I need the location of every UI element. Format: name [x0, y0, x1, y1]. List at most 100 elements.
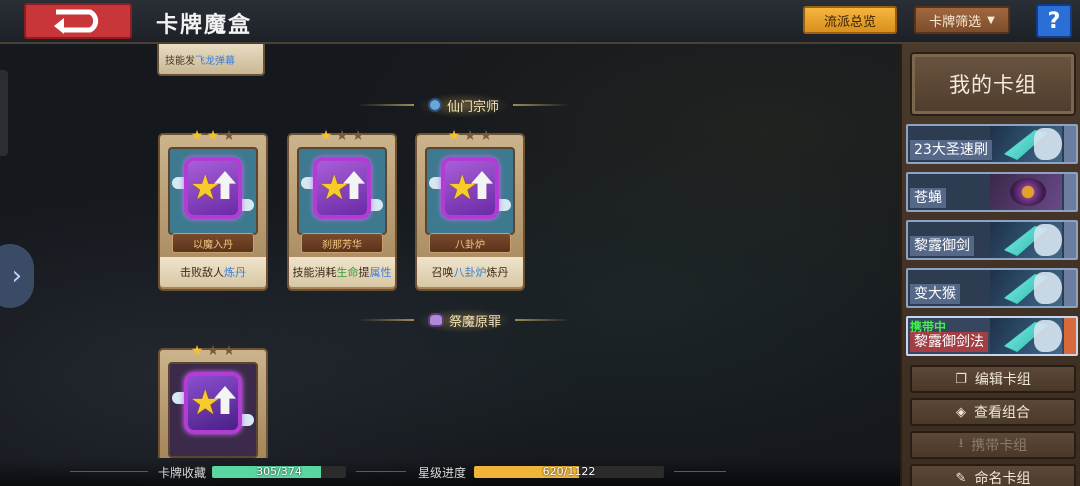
page-title: 卡牌魔盒 — [156, 13, 253, 38]
sword-icon — [990, 222, 1062, 258]
card-desc-part: 提 — [358, 266, 370, 279]
card-art: ★ — [425, 147, 515, 235]
card-desc: 召唤 八卦炉 炼丹 — [417, 257, 523, 287]
collection-value: 305/374 — [256, 466, 302, 478]
my-deck-panel: 我的卡组 23大圣速刷 苍蝇黎露御剑变大猴携带中 黎露御剑法 ❐ 编辑卡组 ◈ 查看组合 ⭳… — [900, 44, 1080, 486]
sword-icon — [990, 126, 1062, 162]
back-button[interactable] — [24, 3, 132, 39]
star-icon: ★ — [335, 128, 349, 144]
deck-item[interactable]: 变大猴 — [906, 268, 1078, 308]
card-name: 以魔入丹 — [172, 233, 254, 253]
overview-button[interactable]: 流派总览 — [803, 6, 897, 34]
card-desc-part: 击败敌人 — [180, 266, 224, 279]
gem-icon — [428, 98, 442, 112]
divider — [513, 104, 570, 106]
filter-dropdown[interactable]: 卡牌筛选 ▼ — [914, 6, 1010, 34]
card-stars: ★ ★ ★ — [417, 129, 523, 143]
card-desc: 技能发飞龙弹幕 — [165, 52, 235, 67]
back-arrow-icon — [54, 9, 99, 34]
divider — [674, 471, 726, 472]
deck-item[interactable]: 苍蝇 — [906, 172, 1078, 212]
sword-icon — [990, 318, 1062, 354]
help-icon: ? — [1047, 8, 1061, 34]
star-icon: ★ — [479, 128, 493, 144]
star-icon: ★ — [319, 168, 350, 208]
fly-icon — [1010, 178, 1046, 206]
skill-card[interactable]: ★ ★ ★ ★ 以魔入丹 击败敌人 炼丹 — [158, 129, 268, 291]
deck-action-button[interactable]: ✎ 命名卡组 — [910, 464, 1076, 486]
deck-name: 苍蝇 — [910, 188, 946, 208]
card-desc-part: 八卦炉 — [453, 266, 487, 279]
deck-name: 23大圣速刷 — [910, 140, 992, 160]
card-desc-part: 技能消耗 — [292, 266, 337, 279]
deck-scroll — [1064, 318, 1076, 354]
star-progress-value: 620/1122 — [542, 466, 596, 478]
expand-left-button[interactable]: › — [0, 244, 34, 308]
deck-item[interactable]: 23大圣速刷 — [906, 124, 1078, 164]
skill-card[interactable]: ★ ★ ★ ★ — [158, 344, 268, 458]
star-icon: ★ — [351, 128, 365, 144]
star-icon: ★ — [190, 383, 221, 423]
card-stars: ★ ★ ★ — [289, 129, 395, 143]
card-stars: ★ ★ ★ — [160, 344, 266, 358]
star-progress: 620/1122 — [474, 466, 664, 478]
card-desc-part: 炼丹 — [224, 266, 246, 279]
deck-action-label: 携带卡组 — [971, 438, 1028, 454]
download-icon: ⭳ — [958, 436, 964, 451]
deck-action-label: 查看组合 — [974, 405, 1030, 421]
star-icon: ★ — [190, 343, 204, 359]
left-edge-tab — [0, 70, 8, 156]
deck-action-button[interactable]: ❐ 编辑卡组 — [910, 365, 1076, 393]
card-stars: ★ ★ ★ — [160, 129, 266, 143]
card-desc-part: 炼丹 — [486, 266, 509, 279]
card-top-partial[interactable]: 技能发飞龙弹幕 — [157, 44, 265, 76]
wing-icon — [1034, 320, 1062, 352]
card-art: ★ — [168, 362, 258, 458]
my-deck-title: 我的卡组 — [910, 52, 1076, 116]
pencil-icon: ✎ — [955, 470, 967, 486]
section-title: 仙门宗师 — [447, 99, 500, 115]
overview-label: 流派总览 — [823, 14, 876, 30]
deck-name: 变大猴 — [910, 284, 960, 304]
divider — [515, 319, 572, 321]
deck-item[interactable]: 黎露御剑 — [906, 220, 1078, 260]
star-icon: ★ — [190, 128, 204, 144]
sword-icon — [990, 270, 1062, 306]
section-header-jimo: 祭魔原罪 — [358, 308, 572, 332]
demon-icon — [428, 313, 444, 327]
upgrade-frame: ★ — [184, 372, 242, 434]
deck-name: 黎露御剑 — [910, 236, 974, 256]
divider — [358, 319, 414, 321]
progress-bar-area: 卡牌收藏 305/374 星级进度 620/1122 — [0, 458, 900, 486]
filter-label: 卡牌筛选 — [929, 14, 982, 30]
help-button[interactable]: ? — [1036, 4, 1072, 38]
skill-card[interactable]: ★ ★ ★ ★ 刹那芳华 技能消耗 生命提属性 — [287, 129, 397, 291]
star-icon: ★ — [206, 343, 220, 359]
upgrade-frame: ★ — [313, 157, 371, 219]
star-icon: ★ — [319, 128, 333, 144]
deck-scroll — [1064, 126, 1076, 162]
wing-icon — [1034, 272, 1062, 304]
card-desc-part: 生命 — [336, 266, 359, 279]
star-icon: ★ — [447, 168, 478, 208]
header-bar: 卡牌魔盒 流派总览 卡牌筛选 ▼ ? — [0, 0, 1080, 44]
star-icon: ★ — [222, 343, 236, 359]
star-icon: ★ — [190, 168, 221, 208]
card-art: ★ — [297, 147, 387, 235]
collection-label: 卡牌收藏 — [158, 466, 207, 480]
deck-action-label: 编辑卡组 — [974, 372, 1031, 388]
star-icon: ★ — [206, 128, 220, 144]
card-art: ★ — [168, 147, 258, 235]
divider — [358, 104, 414, 106]
star-icon: ★ — [222, 128, 236, 144]
star-progress-label: 星级进度 — [418, 466, 467, 480]
star-icon: ★ — [463, 128, 477, 144]
star-icon: ★ — [447, 128, 461, 144]
fly-icon — [990, 174, 1062, 210]
copy-icon: ❐ — [955, 371, 967, 387]
deck-action-button[interactable]: ◈ 查看组合 — [910, 398, 1076, 426]
deck-item[interactable]: 携带中 黎露御剑法 — [906, 316, 1078, 356]
upgrade-frame: ★ — [184, 157, 242, 219]
skill-card[interactable]: ★ ★ ★ ★ 八卦炉 召唤 八卦炉 炼丹 — [415, 129, 525, 291]
chevron-right-icon: › — [11, 261, 22, 291]
